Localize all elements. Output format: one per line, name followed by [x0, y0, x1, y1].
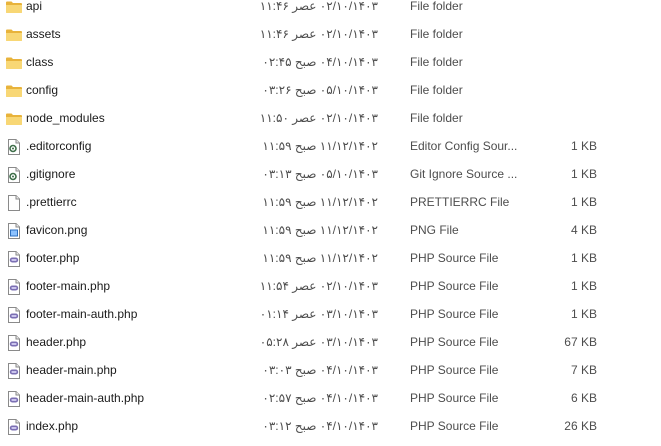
- file-size: 1 KB: [570, 195, 597, 209]
- php-file-icon: [5, 306, 23, 324]
- file-row[interactable]: .prettierrc ۱۱/۱۲/۱۴۰۲ صبح ۱۱:۵۹ PRETTIERR…: [0, 189, 661, 217]
- file-name: .prettierrc: [26, 195, 77, 209]
- php-file-icon: [5, 250, 23, 268]
- file-size: 1 KB: [570, 279, 597, 293]
- file-name: .editorconfig: [26, 139, 92, 153]
- file-name: index.php: [26, 419, 79, 433]
- file-type: PHP Source File: [410, 251, 499, 265]
- date-modified: ۰۳/۱۰/۱۴۰۳ عصر ۰۱:۱۴: [259, 307, 378, 321]
- file-size: 67 KB: [564, 335, 597, 349]
- file-name: config: [26, 83, 59, 97]
- file-name: node_modules: [26, 111, 105, 125]
- file-list: api ۰۲/۱۰/۱۴۰۳ عصر ۱۱:۴۶ File folder assets…: [0, 0, 661, 446]
- file-type: PHP Source File: [410, 419, 499, 433]
- file-type: PHP Source File: [410, 279, 499, 293]
- image-file-icon: [5, 222, 23, 240]
- date-modified: ۱۱/۱۲/۱۴۰۲ صبح ۱۱:۵۹: [262, 195, 378, 209]
- file-type: PHP Source File: [410, 335, 499, 349]
- file-size: 26 KB: [564, 419, 597, 433]
- file-type: File folder: [410, 55, 463, 69]
- file-name: header-main-auth.php: [26, 391, 145, 405]
- date-modified: ۰۴/۱۰/۱۴۰۳ صبح ۰۲:۴۵: [262, 55, 378, 69]
- file-type: File folder: [410, 111, 463, 125]
- file-name: class: [26, 55, 54, 69]
- file-type: PHP Source File: [410, 363, 499, 377]
- file-type: File folder: [410, 0, 463, 13]
- date-modified: ۰۵/۱۰/۱۴۰۳ صبح ۰۳:۱۳: [262, 167, 378, 181]
- file-row[interactable]: .gitignore ۰۵/۱۰/۱۴۰۳ صبح ۰۳:۱۳ Git Ignore…: [0, 161, 661, 189]
- folder-icon: [5, 26, 23, 44]
- file-row[interactable]: footer-main-auth.php ۰۳/۱۰/۱۴۰۳ عصر ۰۱:۱۴…: [0, 301, 661, 329]
- file-name: footer-main.php: [26, 279, 111, 293]
- php-file-icon: [5, 334, 23, 352]
- file-row[interactable]: header.php ۰۳/۱۰/۱۴۰۳ عصر ۰۵:۲۸ PHP Source…: [0, 329, 661, 357]
- php-file-icon: [5, 362, 23, 380]
- date-modified: ۰۲/۱۰/۱۴۰۳ عصر ۱۱:۴۶: [259, 27, 378, 41]
- file-type: PRETTIERRC File: [410, 195, 510, 209]
- blank-file-icon: [5, 194, 23, 212]
- file-type: PHP Source File: [410, 391, 499, 405]
- file-size: 1 KB: [570, 307, 597, 321]
- config-file-icon: [5, 166, 23, 184]
- folder-icon: [5, 54, 23, 72]
- date-modified: ۰۵/۱۰/۱۴۰۳ صبح ۰۳:۲۶: [262, 83, 378, 97]
- file-row[interactable]: node_modules ۰۲/۱۰/۱۴۰۳ عصر ۱۱:۵۰ File fol…: [0, 105, 661, 133]
- folder-icon: [5, 0, 23, 16]
- file-type: PNG File: [410, 223, 459, 237]
- file-row[interactable]: class ۰۴/۱۰/۱۴۰۳ صبح ۰۲:۴۵ File folder: [0, 49, 661, 77]
- file-name: footer.php: [26, 251, 80, 265]
- config-file-icon: [5, 138, 23, 156]
- file-type: File folder: [410, 83, 463, 97]
- file-type: Editor Config Sour...: [410, 139, 518, 153]
- file-row[interactable]: footer-main.php ۰۲/۱۰/۱۴۰۳ عصر ۱۱:۵۴ PHP S…: [0, 273, 661, 301]
- file-row[interactable]: api ۰۲/۱۰/۱۴۰۳ عصر ۱۱:۴۶ File folder: [0, 0, 661, 21]
- file-name: favicon.png: [26, 223, 88, 237]
- php-file-icon: [5, 390, 23, 408]
- file-row[interactable]: .editorconfig ۱۱/۱۲/۱۴۰۲ صبح ۱۱:۵۹ Editor …: [0, 133, 661, 161]
- file-row[interactable]: footer.php ۱۱/۱۲/۱۴۰۲ صبح ۱۱:۵۹ PHP Source…: [0, 245, 661, 273]
- file-row[interactable]: config ۰۵/۱۰/۱۴۰۳ صبح ۰۳:۲۶ File folder: [0, 77, 661, 105]
- file-row[interactable]: assets ۰۲/۱۰/۱۴۰۳ عصر ۱۱:۴۶ File folder: [0, 21, 661, 49]
- date-modified: ۱۱/۱۲/۱۴۰۲ صبح ۱۱:۵۹: [262, 223, 378, 237]
- date-modified: ۰۳/۱۰/۱۴۰۳ عصر ۰۵:۲۸: [259, 335, 378, 349]
- file-name: header.php: [26, 335, 87, 349]
- folder-icon: [5, 110, 23, 128]
- file-row[interactable]: index.php ۰۴/۱۰/۱۴۰۳ صبح ۰۳:۱۲ PHP Source …: [0, 413, 661, 441]
- date-modified: ۰۲/۱۰/۱۴۰۳ عصر ۱۱:۵۰: [259, 111, 378, 125]
- file-row[interactable]: header-main-auth.php ۰۴/۱۰/۱۴۰۳ صبح ۰۲:۵۷…: [0, 385, 661, 413]
- file-row[interactable]: favicon.png ۱۱/۱۲/۱۴۰۲ صبح ۱۱:۵۹ PNG File 4…: [0, 217, 661, 245]
- date-modified: ۱۱/۱۲/۱۴۰۲ صبح ۱۱:۵۹: [262, 139, 378, 153]
- file-size: 1 KB: [570, 251, 597, 265]
- file-size: 1 KB: [570, 167, 597, 181]
- file-type: PHP Source File: [410, 307, 499, 321]
- date-modified: ۱۱/۱۲/۱۴۰۲ صبح ۱۱:۵۹: [262, 251, 378, 265]
- php-file-icon: [5, 418, 23, 436]
- file-name: footer-main-auth.php: [26, 307, 138, 321]
- file-row[interactable]: header-main.php ۰۴/۱۰/۱۴۰۳ صبح ۰۳:۰۳ PHP S…: [0, 357, 661, 385]
- date-modified: ۰۴/۱۰/۱۴۰۳ صبح ۰۳:۰۳: [262, 363, 378, 377]
- file-size: 1 KB: [570, 139, 597, 153]
- date-modified: ۰۲/۱۰/۱۴۰۳ عصر ۱۱:۴۶: [259, 0, 378, 13]
- file-size: 6 KB: [570, 391, 597, 405]
- folder-icon: [5, 82, 23, 100]
- file-name: api: [26, 0, 43, 13]
- date-modified: ۰۲/۱۰/۱۴۰۳ عصر ۱۱:۵۴: [259, 279, 378, 293]
- file-size: 7 KB: [570, 363, 597, 377]
- file-name: .gitignore: [26, 167, 76, 181]
- file-size: 4 KB: [570, 223, 597, 237]
- file-name: assets: [26, 27, 61, 41]
- date-modified: ۰۴/۱۰/۱۴۰۳ صبح ۰۲:۵۷: [262, 391, 378, 405]
- file-type: Git Ignore Source ...: [410, 167, 518, 181]
- file-type: File folder: [410, 27, 463, 41]
- date-modified: ۰۴/۱۰/۱۴۰۳ صبح ۰۳:۱۲: [262, 419, 378, 433]
- php-file-icon: [5, 278, 23, 296]
- file-name: header-main.php: [26, 363, 117, 377]
